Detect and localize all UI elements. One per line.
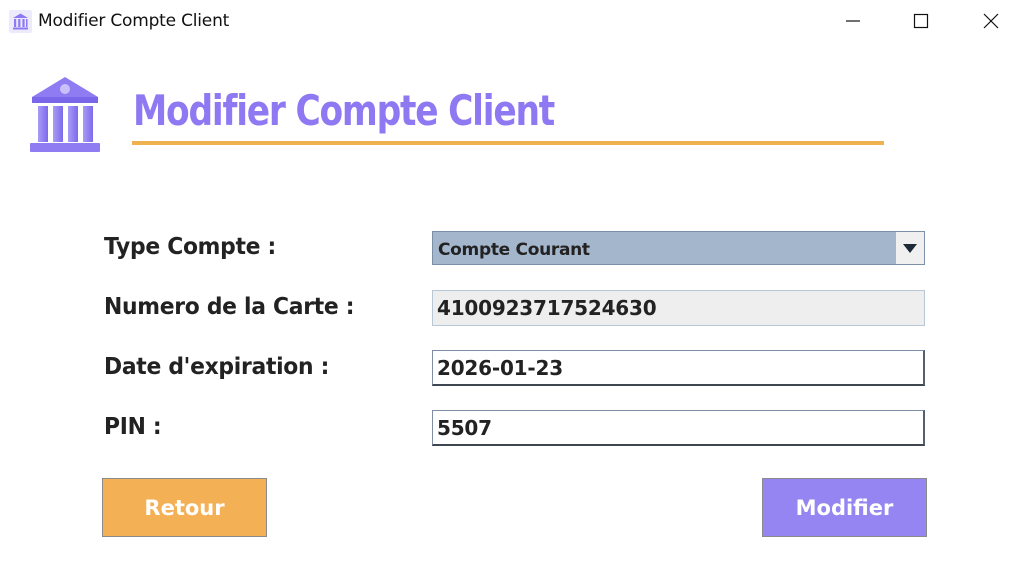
chevron-down-icon (903, 243, 917, 253)
retour-button[interactable]: Retour (102, 478, 267, 537)
pin-input[interactable] (433, 411, 923, 444)
close-button[interactable] (968, 0, 1014, 42)
type-compte-label: Type Compte : (104, 234, 276, 260)
minimize-button[interactable] (830, 0, 876, 42)
maximize-icon (913, 13, 929, 29)
dropdown-arrow-button[interactable] (895, 232, 924, 264)
page-title: Modifier Compte Client (133, 86, 555, 135)
window-title: Modifier Compte Client (38, 11, 230, 31)
close-icon (983, 13, 999, 29)
date-expiration-label: Date d'expiration : (104, 354, 330, 380)
modifier-button[interactable]: Modifier (762, 478, 927, 537)
numero-carte-label: Numero de la Carte : (104, 294, 355, 320)
type-compte-select[interactable]: Compte Courant (432, 231, 925, 265)
bank-icon (9, 10, 32, 33)
minimize-icon (846, 20, 860, 22)
date-expiration-input[interactable] (433, 351, 923, 384)
bank-icon (30, 77, 100, 152)
title-underline (132, 141, 884, 145)
date-expiration-field[interactable] (432, 350, 925, 386)
pin-label: PIN : (104, 414, 162, 440)
numero-carte-input[interactable] (433, 291, 924, 325)
numero-carte-field[interactable] (432, 290, 925, 326)
window-titlebar: Modifier Compte Client (0, 0, 1023, 42)
maximize-button[interactable] (898, 0, 944, 42)
pin-field[interactable] (432, 410, 925, 446)
type-compte-value: Compte Courant (438, 240, 590, 260)
